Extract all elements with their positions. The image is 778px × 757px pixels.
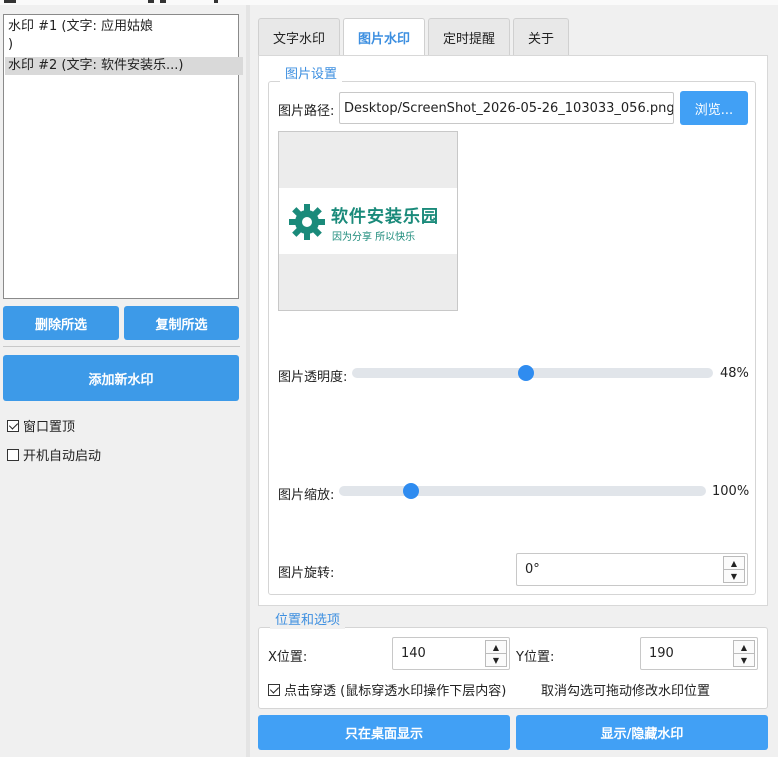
preview-image: 软件安装乐园 因为分享 所以快乐	[279, 188, 457, 254]
drag-hint: 取消勾选可拖动修改水印位置	[541, 684, 711, 699]
autostart-label: 开机自动启动	[23, 449, 102, 464]
rotation-value[interactable]: 0°	[525, 562, 540, 577]
gear-logo-icon	[289, 204, 325, 240]
opacity-value: 48%	[720, 366, 749, 381]
click-through-checkbox[interactable]: 点击穿透 (鼠标穿透水印操作下层内容)	[268, 680, 506, 699]
watermark-list[interactable]: 水印 #1 (文字: 应用姑娘 ) 水印 #2 (文字: 软件安装乐...)	[3, 14, 243, 299]
rotation-spinbox[interactable]: 0° ▲ ▼	[516, 553, 748, 586]
tab-bar: 文字水印 图片水印 定时提醒 关于	[258, 18, 570, 56]
checkbox-checked-icon[interactable]	[268, 683, 280, 696]
title-text-fragment	[160, 0, 166, 3]
y-position-spinbox[interactable]: 190 ▲ ▼	[640, 637, 758, 670]
x-position-value[interactable]: 140	[401, 646, 426, 661]
browse-button[interactable]: 浏览...	[680, 91, 748, 125]
title-text-fragment	[148, 0, 154, 3]
spin-up-icon[interactable]: ▲	[723, 556, 745, 570]
tab-image-watermark[interactable]: 图片水印	[343, 18, 426, 56]
tab-timed-reminder[interactable]: 定时提醒	[428, 18, 511, 55]
divider	[3, 346, 240, 347]
y-position-value[interactable]: 190	[649, 646, 674, 661]
image-path-label: 图片路径:	[278, 104, 335, 119]
rotation-label: 图片旋转:	[278, 566, 335, 581]
spin-down-icon[interactable]: ▼	[723, 570, 745, 583]
always-on-top-label: 窗口置顶	[23, 420, 76, 435]
checkbox-unchecked-icon[interactable]	[7, 448, 19, 461]
click-through-label: 点击穿透 (鼠标穿透水印操作下层内容)	[284, 684, 507, 699]
logo-slogan: 因为分享 所以快乐	[332, 232, 416, 243]
image-path-input[interactable]: Desktop/ScreenShot_2026-05-26_103033_056…	[339, 92, 674, 124]
position-options-title: 位置和选项	[270, 613, 346, 629]
scale-label: 图片缩放:	[278, 488, 335, 503]
x-spin-buttons: ▲ ▼	[485, 640, 507, 667]
opacity-label: 图片透明度:	[278, 370, 348, 385]
checkbox-checked-icon[interactable]	[7, 419, 19, 432]
opacity-slider-track[interactable]	[352, 365, 713, 381]
app-icon	[4, 0, 16, 3]
image-settings-title: 图片设置	[280, 67, 343, 83]
add-watermark-button[interactable]: 添加新水印	[3, 355, 239, 401]
copy-selected-button[interactable]: 复制所选	[124, 306, 239, 340]
tab-text-watermark[interactable]: 文字水印	[258, 18, 341, 55]
image-preview: 软件安装乐园 因为分享 所以快乐	[278, 131, 458, 311]
spin-down-icon[interactable]: ▼	[485, 654, 507, 667]
x-position-spinbox[interactable]: 140 ▲ ▼	[392, 637, 510, 670]
opacity-slider-thumb[interactable]	[517, 365, 534, 381]
toggle-watermark-button[interactable]: 显示/隐藏水印	[516, 715, 768, 750]
scale-value: 100%	[712, 484, 750, 499]
y-position-label: Y位置:	[516, 650, 555, 665]
delete-selected-button[interactable]: 删除所选	[3, 306, 119, 340]
title-text-fragment	[214, 0, 218, 3]
tab-about[interactable]: 关于	[513, 18, 570, 55]
spin-up-icon[interactable]: ▲	[733, 640, 755, 654]
spin-up-icon[interactable]: ▲	[485, 640, 507, 654]
scale-slider-track[interactable]	[339, 483, 706, 499]
spin-down-icon[interactable]: ▼	[733, 654, 755, 667]
always-on-top-checkbox[interactable]: 窗口置顶	[7, 416, 75, 435]
x-position-label: X位置:	[268, 650, 308, 665]
rotation-spin-buttons: ▲ ▼	[723, 556, 745, 583]
desktop-only-button[interactable]: 只在桌面显示	[258, 715, 510, 750]
autostart-checkbox[interactable]: 开机自动启动	[7, 445, 101, 464]
list-item[interactable]: 水印 #2 (文字: 软件安装乐...)	[5, 57, 243, 75]
y-spin-buttons: ▲ ▼	[733, 640, 755, 667]
logo-title: 软件安装乐园	[331, 207, 439, 227]
list-item[interactable]: 水印 #1 (文字: 应用姑娘 )	[5, 18, 243, 54]
